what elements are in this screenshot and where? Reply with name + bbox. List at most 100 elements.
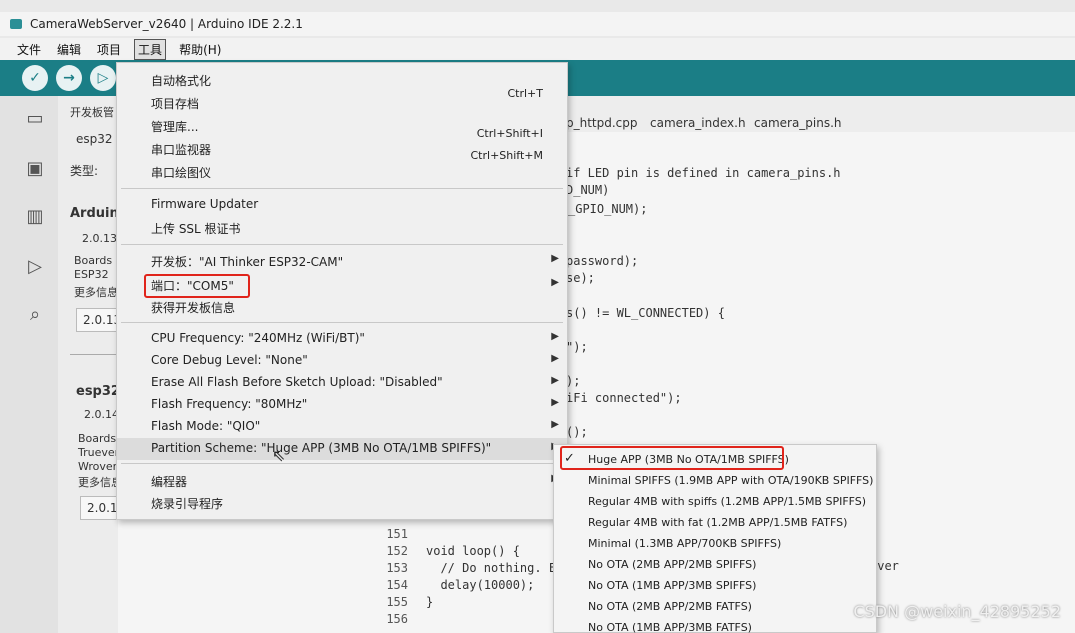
line-number: 151: [386, 527, 408, 541]
code-fragment: se);: [566, 271, 595, 285]
partition-scheme-submenu: ✓ Huge APP (3MB No OTA/1MB SPIFFS) Minim…: [553, 444, 877, 633]
menu-item-cpu-frequency[interactable]: CPU Frequency: "240MHz (WiFi/BT)" ▶: [117, 328, 567, 350]
code-line: }: [426, 595, 434, 609]
version-select[interactable]: 2.0.13: [76, 308, 118, 332]
tab-camera-pins[interactable]: camera_pins.h: [754, 116, 842, 130]
code-fragment: iFi connected");: [566, 391, 682, 405]
submenu-arrow-icon: ▶: [551, 331, 559, 342]
menu-item-label: Core Debug Level: "None": [151, 353, 308, 367]
submenu-arrow-icon: ▶: [551, 375, 559, 386]
partition-option-label: Regular 4MB with spiffs (1.2MB APP/1.5MB…: [588, 495, 867, 508]
menu-item-label: 开发板："AI Thinker ESP32-CAM": [151, 255, 344, 269]
partition-option-label: Regular 4MB with fat (1.2MB APP/1.5MB FA…: [588, 516, 848, 529]
partition-option[interactable]: Minimal (1.3MB APP/700KB SPIFFS): [554, 534, 876, 555]
code-line: void loop() {: [426, 544, 520, 558]
line-number: 155: [386, 595, 408, 609]
line-number: 154: [386, 578, 408, 592]
folder-icon[interactable]: ▭: [22, 108, 48, 130]
menu-item-label: 编程器: [151, 475, 188, 489]
partition-option-label: No OTA (2MB APP/2MB FATFS): [588, 600, 752, 613]
menu-item-label: 项目存档: [151, 97, 200, 111]
code-fragment: s() != WL_CONNECTED) {: [566, 306, 725, 320]
menu-file[interactable]: 文件: [14, 40, 44, 59]
tab-app-httpd[interactable]: p_httpd.cpp: [566, 116, 638, 130]
code-fragment: _GPIO_NUM);: [568, 202, 648, 216]
partition-option[interactable]: No OTA (2MB APP/2MB FATFS): [554, 597, 876, 618]
menu-item-flash-mode[interactable]: Flash Mode: "QIO" ▶: [117, 416, 567, 438]
menu-item-firmware-updater[interactable]: Firmware Updater: [117, 194, 567, 216]
menu-item-upload-ssl[interactable]: 上传 SSL 根证书: [117, 217, 567, 239]
code-fragment: password);: [566, 254, 639, 268]
version-select[interactable]: 2.0.14: [80, 496, 118, 520]
menu-item-core-debug[interactable]: Core Debug Level: "None" ▶: [117, 350, 567, 372]
partition-option[interactable]: No OTA (1MB APP/3MB FATFS): [554, 618, 876, 633]
partition-option[interactable]: Regular 4MB with fat (1.2MB APP/1.5MB FA…: [554, 513, 876, 534]
menu-help[interactable]: 帮助(H): [176, 40, 224, 59]
menu-item-label: 管理库...: [151, 120, 199, 134]
debug-button[interactable]: ▷: [90, 65, 116, 91]
partition-option-label: No OTA (1MB APP/3MB FATFS): [588, 621, 752, 633]
more-info-link[interactable]: 更多信息: [78, 474, 118, 490]
menu-item-auto-format[interactable]: 自动格式化 Ctrl+T: [117, 69, 567, 100]
menu-item-burn-bootloader[interactable]: 烧录引导程序: [117, 492, 567, 514]
partition-option-label: No OTA (1MB APP/3MB SPIFFS): [588, 579, 757, 592]
search-icon[interactable]: ⌕: [22, 304, 48, 326]
more-info-link[interactable]: 更多信息: [74, 284, 118, 300]
partition-option[interactable]: No OTA (2MB APP/2MB SPIFFS): [554, 555, 876, 576]
code-line: // Do nothing. E: [426, 561, 557, 575]
line-number: 153: [386, 561, 408, 575]
line-number: 156: [386, 612, 408, 626]
submenu-arrow-icon: ▶: [551, 419, 559, 430]
submenu-arrow-icon: ▶: [551, 353, 559, 364]
board-desc: Wrover: [78, 460, 118, 473]
menu-bar: 文件 编辑 项目 工具 帮助(H): [0, 38, 1075, 60]
window-title: CameraWebServer_v2640 | Arduino IDE 2.2.…: [30, 17, 303, 31]
menu-item-erase-flash[interactable]: Erase All Flash Before Sketch Upload: "D…: [117, 372, 567, 394]
partition-option[interactable]: Minimal SPIFFS (1.9MB APP with OTA/190KB…: [554, 471, 876, 492]
debug-icon[interactable]: ▷: [22, 256, 48, 278]
menu-item-serial-plotter[interactable]: 串口绘图仪: [117, 161, 567, 183]
menu-item-label: 烧录引导程序: [151, 497, 224, 511]
menu-item-label: 串口绘图仪: [151, 166, 212, 180]
menu-item-serial-monitor[interactable]: 串口监视器 Ctrl+Shift+M: [117, 138, 567, 162]
type-label: 类型:: [70, 164, 99, 178]
board-desc: Boards i: [74, 254, 118, 267]
menu-item-label: Erase All Flash Before Sketch Upload: "D…: [151, 375, 443, 389]
menu-sketch[interactable]: 项目: [94, 40, 124, 59]
menu-item-label: Flash Mode: "QIO": [151, 419, 261, 433]
board-version: 2.0.14: [84, 408, 118, 421]
board-name: esp32: [76, 384, 118, 399]
menu-tools[interactable]: 工具: [134, 38, 167, 60]
selected-partition-highlight-box: [560, 446, 784, 470]
menu-item-label: 上传 SSL 根证书: [151, 222, 241, 236]
menu-item-board-info[interactable]: 获得开发板信息: [117, 296, 567, 318]
divider: [70, 354, 118, 355]
menu-item-label: 串口监视器: [151, 143, 212, 157]
menu-edit[interactable]: 编辑: [54, 40, 84, 59]
tab-camera-index[interactable]: camera_index.h: [650, 116, 746, 130]
code-fragment: );: [566, 374, 581, 388]
side-rail: ▭ ▣ ▥ ▷ ⌕: [0, 96, 58, 633]
partition-option[interactable]: Regular 4MB with spiffs (1.2MB APP/1.5MB…: [554, 492, 876, 513]
submenu-arrow-icon: ▶: [551, 277, 559, 288]
menu-item-label: Firmware Updater: [151, 197, 259, 211]
board-desc: Boards i: [78, 432, 118, 445]
board-name: Arduin: [70, 206, 118, 221]
board-manager-icon[interactable]: ▣: [22, 158, 48, 180]
board-manager-panel: 开发板管 esp32 类型: Arduin 2.0.13 Boards i ES…: [58, 96, 118, 633]
menu-item-flash-frequency[interactable]: Flash Frequency: "80MHz" ▶: [117, 394, 567, 416]
menu-item-programmer[interactable]: 编程器 ▶: [117, 470, 567, 492]
menu-item-archive[interactable]: 项目存档: [117, 92, 567, 114]
board-desc: Trueveri: [78, 446, 118, 459]
port-highlight-box: [144, 274, 250, 298]
menu-item-board[interactable]: 开发板："AI Thinker ESP32-CAM" ▶: [117, 250, 567, 272]
board-filter-input[interactable]: esp32: [76, 132, 113, 146]
upload-button[interactable]: →: [56, 65, 82, 91]
partition-option-label: No OTA (2MB APP/2MB SPIFFS): [588, 558, 757, 571]
partition-option[interactable]: No OTA (1MB APP/3MB SPIFFS): [554, 576, 876, 597]
verify-button[interactable]: ✓: [22, 65, 48, 91]
menu-item-manage-libraries[interactable]: 管理库... Ctrl+Shift+I: [117, 115, 567, 140]
arduino-ide-window: CameraWebServer_v2640 | Arduino IDE 2.2.…: [0, 0, 1075, 633]
menu-item-partition-scheme[interactable]: Partition Scheme: "Huge APP (3MB No OTA/…: [117, 438, 567, 460]
library-icon[interactable]: ▥: [22, 206, 48, 228]
